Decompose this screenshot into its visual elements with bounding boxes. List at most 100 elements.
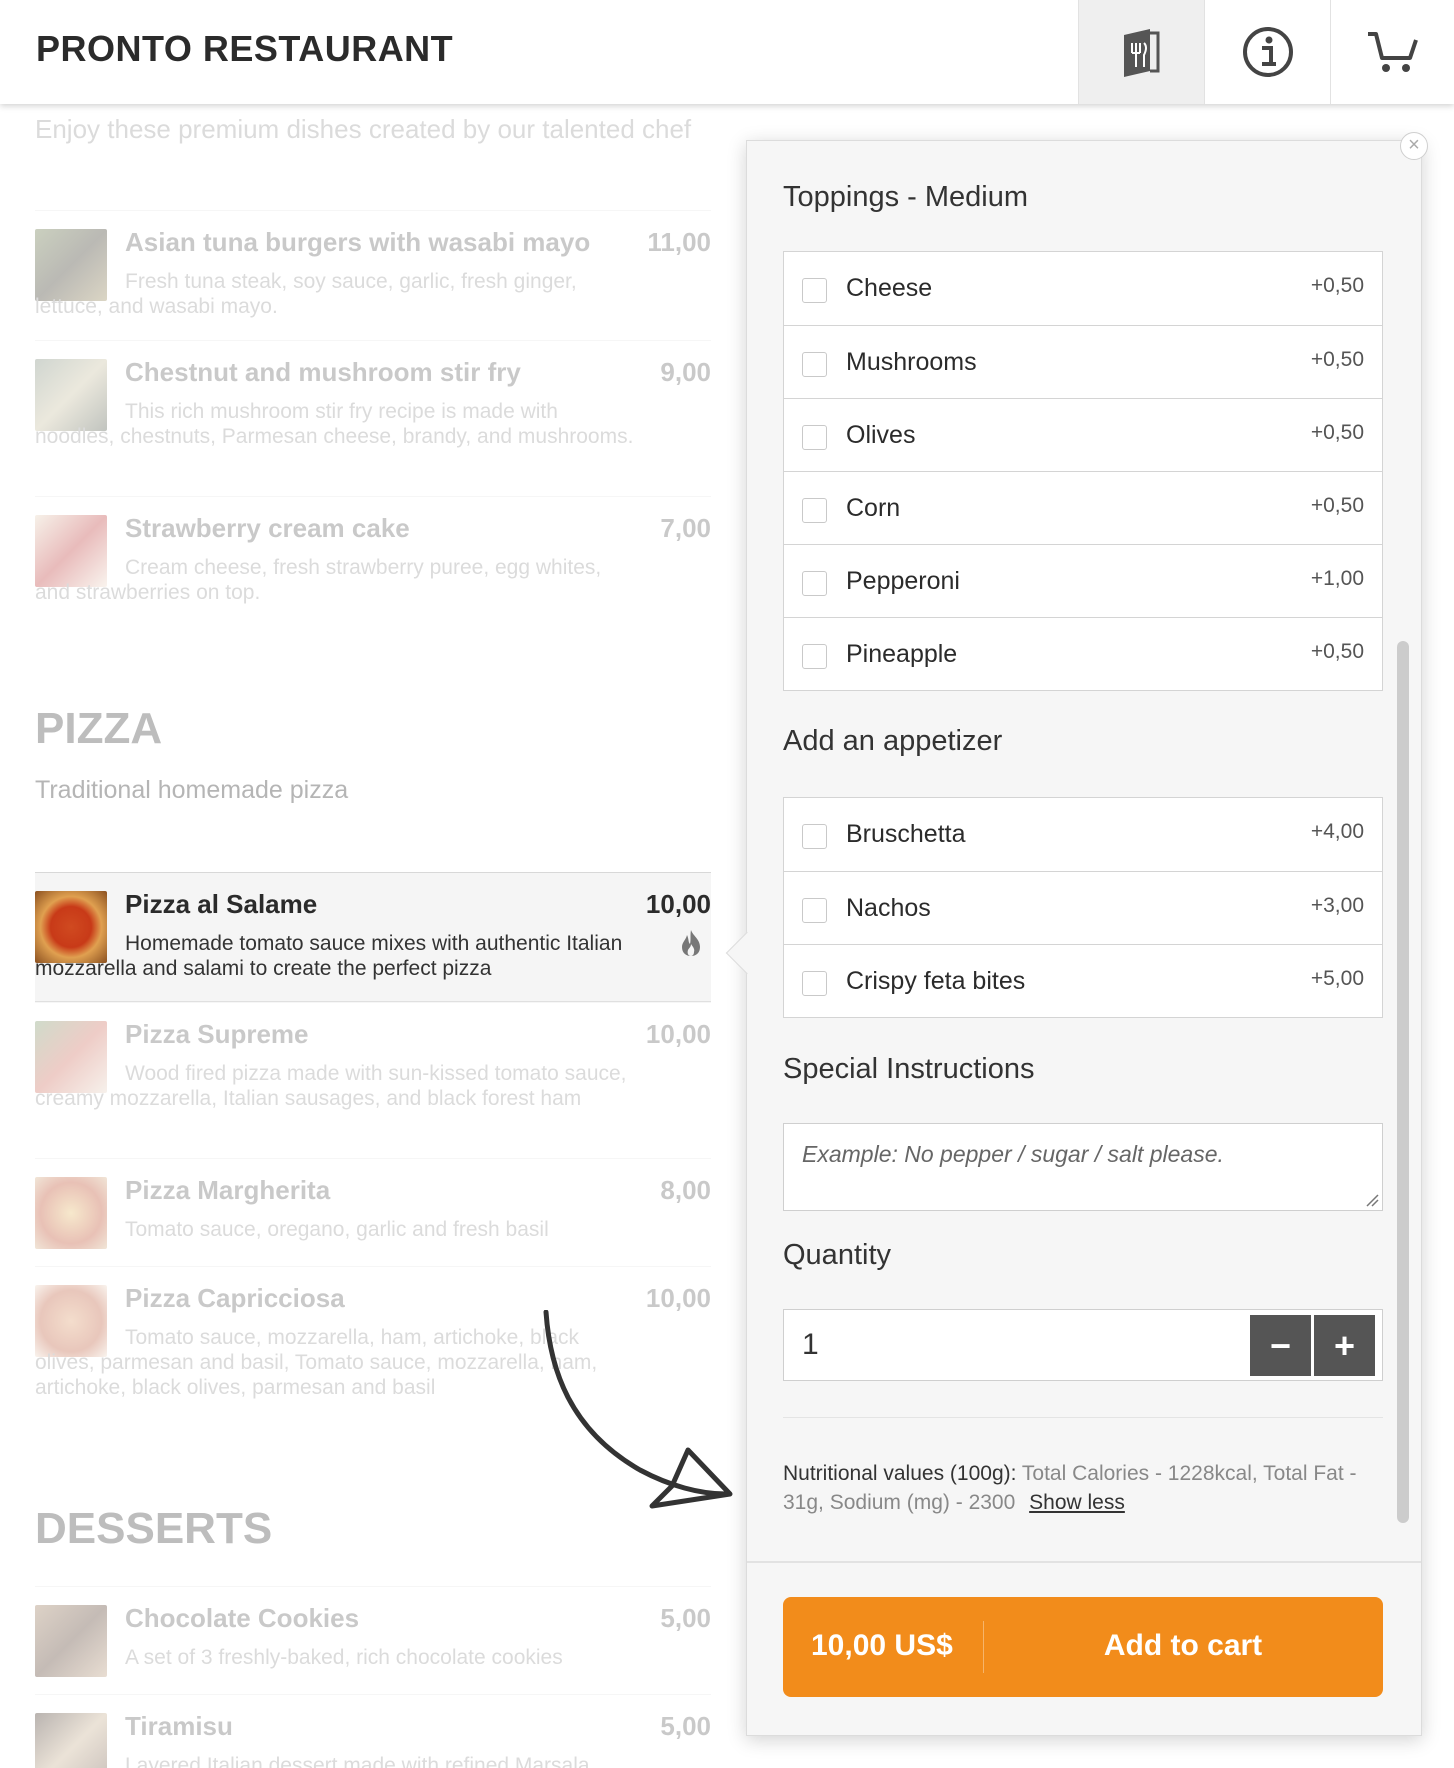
dish-description: This rich mushroom stir fry recipe is ma… xyxy=(35,400,634,448)
menu-item[interactable]: Strawberry cream cake 7,00 Cream cheese,… xyxy=(35,496,711,626)
dish-price: 10,00 xyxy=(645,889,711,919)
increase-quantity-button[interactable]: + xyxy=(1314,1315,1375,1376)
cart-button[interactable] xyxy=(1330,0,1454,104)
option-name: Cheese xyxy=(846,274,933,302)
dish-price: 9,00 xyxy=(660,357,711,387)
dish-name: Strawberry cream cake xyxy=(125,513,410,543)
decrease-quantity-button[interactable]: − xyxy=(1250,1315,1311,1376)
add-to-cart-label: Add to cart xyxy=(1103,1629,1263,1662)
dish-price: 5,00 xyxy=(660,1603,711,1633)
appetizer-option[interactable]: Nachos +3,00 xyxy=(784,871,1382,944)
dish-description: Tomato sauce, oregano, garlic and fresh … xyxy=(125,1218,549,1241)
appetizer-title: Add an appetizer xyxy=(783,725,1003,757)
option-name: Corn xyxy=(846,494,901,522)
appetizer-list: Bruschetta +4,00 Nachos +3,00 Crispy fet… xyxy=(783,797,1383,1018)
nutrition-info: Nutritional values (100g): Total Calorie… xyxy=(783,1459,1383,1517)
toppings-title: Toppings - Medium xyxy=(783,181,1028,213)
instructions-placeholder: Example: No pepper / sugar / salt please… xyxy=(802,1141,1224,1167)
close-button[interactable]: × xyxy=(1400,132,1428,160)
option-name: Pepperoni xyxy=(846,567,960,595)
topping-checkbox[interactable] xyxy=(802,425,827,450)
topping-option[interactable]: Mushrooms +0,50 xyxy=(784,325,1382,398)
dish-price: 11,00 xyxy=(647,227,711,257)
section-title-pizza: PIZZA xyxy=(35,704,163,753)
resize-grip-icon[interactable] xyxy=(1365,1193,1379,1207)
menu-intro: Enjoy these premium dishes created by ou… xyxy=(35,114,692,144)
topping-option[interactable]: Olives +0,50 xyxy=(784,398,1382,471)
dish-name: Pizza al Salame xyxy=(125,889,318,919)
topping-checkbox[interactable] xyxy=(802,278,827,303)
menu-item[interactable]: Tiramisu 5,00 Layered Italian dessert ma… xyxy=(35,1694,711,1768)
menu-item[interactable]: Asian tuna burgers with wasabi mayo 11,0… xyxy=(35,210,711,340)
option-name: Pineapple xyxy=(846,640,958,668)
menu-tab-button[interactable] xyxy=(1078,0,1204,104)
option-name: Bruschetta xyxy=(846,820,966,848)
option-price: +3,00 xyxy=(1310,894,1364,917)
topping-checkbox[interactable] xyxy=(802,352,827,377)
menu-item[interactable]: Chestnut and mushroom stir fry 9,00 This… xyxy=(35,340,711,496)
add-to-cart-button[interactable]: 10,00 US$ Add to cart xyxy=(783,1597,1383,1697)
info-button[interactable] xyxy=(1204,0,1330,104)
option-name: Nachos xyxy=(846,894,931,922)
dish-description: Layered Italian dessert made with refine… xyxy=(125,1754,590,1768)
dish-name: Tiramisu xyxy=(125,1711,233,1741)
menu-item[interactable]: Pizza Margherita 8,00 Tomato sauce, oreg… xyxy=(35,1158,711,1266)
appetizer-checkbox[interactable] xyxy=(802,971,827,996)
dish-price: 10,00 xyxy=(645,1019,711,1049)
dish-name: Asian tuna burgers with wasabi mayo xyxy=(125,227,591,257)
menu-item[interactable]: Chocolate Cookies 5,00 A set of 3 freshl… xyxy=(35,1586,711,1694)
instructions-title: Special Instructions xyxy=(783,1053,1035,1085)
dish-name: Chocolate Cookies xyxy=(125,1603,360,1633)
topping-option[interactable]: Cheese +0,50 xyxy=(784,252,1382,325)
dish-description: Homemade tomato sauce mixes with authent… xyxy=(35,932,623,980)
topping-checkbox[interactable] xyxy=(802,571,827,596)
toppings-list: Cheese +0,50 Mushrooms +0,50 Olives +0,5… xyxy=(783,251,1383,691)
menu-item[interactable]: Pizza Supreme 10,00 Wood fired pizza mad… xyxy=(35,1002,711,1158)
dish-description: Fresh tuna steak, soy sauce, garlic, fre… xyxy=(35,270,577,318)
modal-scrollbar[interactable] xyxy=(1397,641,1409,1523)
section-divider xyxy=(783,1417,1383,1418)
option-price: +1,00 xyxy=(1310,567,1364,590)
appetizer-option[interactable]: Crispy feta bites +5,00 xyxy=(784,944,1382,1017)
appetizer-checkbox[interactable] xyxy=(802,824,827,849)
option-price: +0,50 xyxy=(1310,421,1364,444)
dish-description: Wood fired pizza made with sun-kissed to… xyxy=(35,1062,627,1110)
topping-option[interactable]: Pineapple +0,50 xyxy=(784,617,1382,690)
option-price: +0,50 xyxy=(1310,348,1364,371)
section-title-desserts: DESSERTS xyxy=(35,1504,273,1553)
show-less-link[interactable]: Show less xyxy=(1029,1491,1125,1514)
option-price: +5,00 xyxy=(1310,967,1364,990)
quantity-input[interactable]: 1 xyxy=(802,1328,819,1362)
top-header: PRONTO RESTAURANT xyxy=(0,0,1454,104)
quantity-stepper: 1 − + xyxy=(783,1309,1383,1381)
topping-option[interactable]: Corn +0,50 xyxy=(784,471,1382,544)
special-instructions-input[interactable]: Example: No pepper / sugar / salt please… xyxy=(783,1123,1383,1211)
option-price: +0,50 xyxy=(1310,494,1364,517)
topping-option[interactable]: Pepperoni +1,00 xyxy=(784,544,1382,617)
appetizer-option[interactable]: Bruschetta +4,00 xyxy=(784,798,1382,871)
dish-description: A set of 3 freshly-baked, rich chocolate… xyxy=(125,1646,563,1669)
dish-description: Cream cheese, fresh strawberry puree, eg… xyxy=(35,556,602,604)
topping-checkbox[interactable] xyxy=(802,498,827,523)
dish-name: Chestnut and mushroom stir fry xyxy=(125,357,521,387)
modal-footer: 10,00 US$ Add to cart xyxy=(747,1561,1421,1735)
menu-item-selected[interactable]: Pizza al Salame 10,00 Homemade tomato sa… xyxy=(35,872,711,1002)
dish-name: Pizza Supreme xyxy=(125,1019,309,1049)
menu-book-icon xyxy=(1123,29,1159,77)
topping-checkbox[interactable] xyxy=(802,644,827,669)
info-icon xyxy=(1242,27,1293,77)
dish-name: Pizza Margherita xyxy=(125,1175,331,1205)
annotation-arrow xyxy=(543,1310,733,1509)
nutrition-label: Nutritional values (100g): xyxy=(783,1462,1017,1485)
option-price: +0,50 xyxy=(1310,274,1364,297)
cart-total-price: 10,00 US$ xyxy=(811,1629,953,1662)
item-options-modal: Toppings - Medium Cheese +0,50 Mushrooms… xyxy=(746,140,1422,1736)
restaurant-name: PRONTO RESTAURANT xyxy=(36,28,454,69)
quantity-title: Quantity xyxy=(783,1239,891,1271)
option-name: Crispy feta bites xyxy=(846,967,1026,995)
appetizer-checkbox[interactable] xyxy=(802,898,827,923)
dish-name: Pizza Capricciosa xyxy=(125,1283,345,1313)
spicy-flame-icon xyxy=(682,930,700,956)
section-subtitle-pizza: Traditional homemade pizza xyxy=(35,776,349,804)
dish-price: 5,00 xyxy=(660,1711,711,1741)
